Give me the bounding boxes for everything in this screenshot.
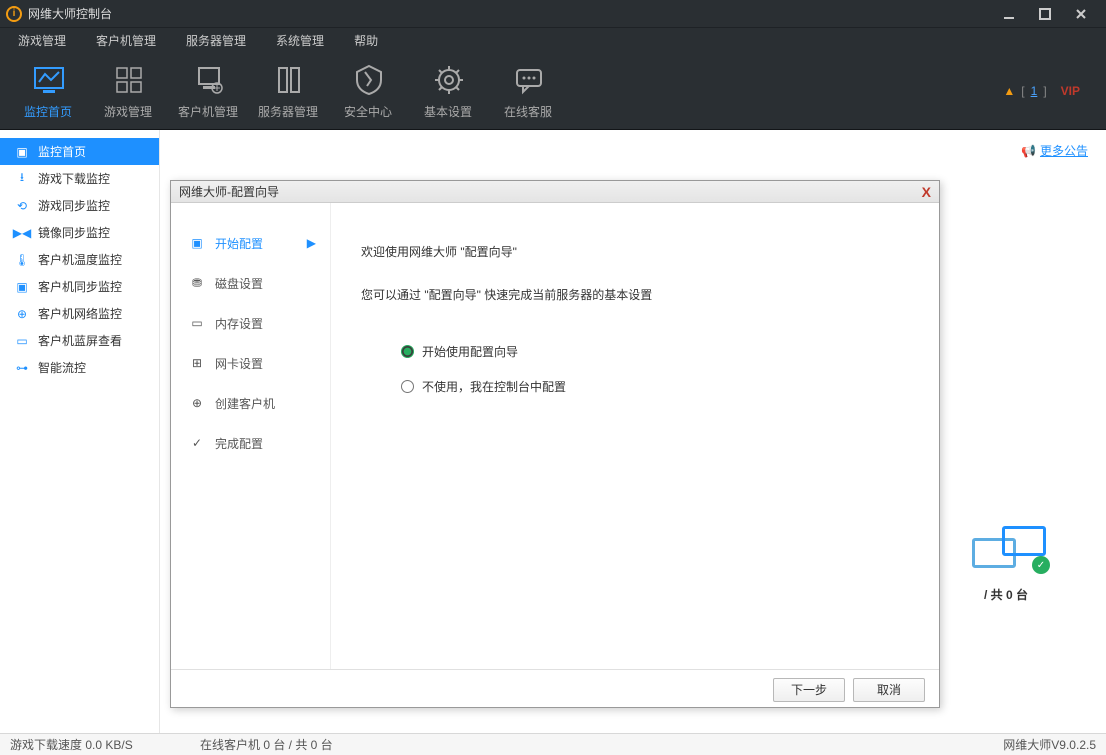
mirror-icon: ▶◀ (14, 225, 30, 241)
server-icon (269, 61, 307, 99)
shield-icon (349, 61, 387, 99)
sidebar: ▣监控首页 ⭳游戏下载监控 ⟲游戏同步监控 ▶◀镜像同步监控 🌡客户机温度监控 … (0, 130, 160, 733)
speaker-icon: 📢 (1021, 144, 1036, 158)
wizard-nav-nic[interactable]: ⊞网卡设置 (171, 343, 330, 383)
bluescreen-icon: ▭ (14, 333, 30, 349)
titlebar: i 网维大师控制台 (0, 0, 1106, 28)
finish-icon: ✓ (189, 435, 205, 451)
client-sync-icon: ▣ (14, 279, 30, 295)
menu-game[interactable]: 游戏管理 (8, 32, 86, 49)
menu-system[interactable]: 系统管理 (266, 32, 344, 49)
wizard-welcome-2: 您可以通过 "配置向导" 快速完成当前服务器的基本设置 (361, 286, 909, 303)
announcement-link[interactable]: 📢 更多公告 (1021, 142, 1088, 159)
memory-icon: ▭ (189, 315, 205, 331)
wizard-welcome-1: 欢迎使用网维大师 "配置向导" (361, 243, 909, 260)
wizard-nav-memory[interactable]: ▭内存设置 (171, 303, 330, 343)
status-download-speed: 游戏下载速度 0.0 KB/S (10, 736, 200, 753)
gear-icon (429, 61, 467, 99)
config-wizard-dialog: 网维大师-配置向导 X ▣开始配置▶ ⛃磁盘设置 ▭内存设置 ⊞网卡设置 ⊕创建… (170, 180, 940, 708)
sidebar-download-monitor[interactable]: ⭳游戏下载监控 (0, 165, 159, 192)
status-version: 网维大师V9.0.2.5 (1003, 736, 1096, 753)
dialog-close-button[interactable]: X (922, 184, 931, 200)
client-summary: ✓ / 共 0 台 (966, 526, 1046, 603)
wizard-nav-finish[interactable]: ✓完成配置 (171, 423, 330, 463)
sidebar-client-sync[interactable]: ▣客户机同步监控 (0, 273, 159, 300)
toolbar: 监控首页 游戏管理 客户机管理 服务器管理 安全中心 基本设置 在线客服 ▲ [… (0, 52, 1106, 130)
wizard-option-skip[interactable]: 不使用，我在控制台中配置 (401, 378, 909, 395)
warning-icon[interactable]: ▲ (1003, 84, 1015, 98)
wizard-content: 欢迎使用网维大师 "配置向导" 您可以通过 "配置向导" 快速完成当前服务器的基… (331, 203, 939, 669)
create-client-icon: ⊕ (189, 395, 205, 411)
sidebar-monitor-home[interactable]: ▣监控首页 (0, 138, 159, 165)
client-icon (189, 61, 227, 99)
sidebar-game-sync[interactable]: ⟲游戏同步监控 (0, 192, 159, 219)
toolbar-security[interactable]: 安全中心 (328, 58, 408, 124)
status-online-clients: 在线客户机 0 台 / 共 0 台 (200, 736, 1003, 753)
dialog-titlebar[interactable]: 网维大师-配置向导 X (171, 181, 939, 203)
toolbar-server[interactable]: 服务器管理 (248, 58, 328, 124)
window-title: 网维大师控制台 (28, 5, 998, 22)
menu-server[interactable]: 服务器管理 (176, 32, 266, 49)
statusbar: 游戏下载速度 0.0 KB/S 在线客户机 0 台 / 共 0 台 网维大师V9… (0, 733, 1106, 755)
wizard-nav-create-client[interactable]: ⊕创建客户机 (171, 383, 330, 423)
sidebar-temp-monitor[interactable]: 🌡客户机温度监控 (0, 246, 159, 273)
toolbar-game[interactable]: 游戏管理 (88, 58, 168, 124)
nic-icon: ⊞ (189, 355, 205, 371)
disk-icon: ⛃ (189, 275, 205, 291)
thermometer-icon: 🌡 (14, 252, 30, 268)
radio-use-wizard[interactable] (401, 345, 414, 358)
game-icon (109, 61, 147, 99)
dialog-title: 网维大师-配置向导 (179, 183, 922, 200)
traffic-icon: ⊶ (14, 360, 30, 376)
home-icon: ▣ (14, 144, 30, 160)
wizard-option-use[interactable]: 开始使用配置向导 (401, 343, 909, 360)
sync-icon: ⟲ (14, 198, 30, 214)
maximize-button[interactable] (1034, 3, 1056, 25)
monitor-icon (29, 61, 67, 99)
cancel-button[interactable]: 取消 (853, 678, 925, 702)
close-button[interactable] (1070, 3, 1092, 25)
app-logo-icon: i (6, 6, 22, 22)
sidebar-traffic[interactable]: ⊶智能流控 (0, 354, 159, 381)
toolbar-support[interactable]: 在线客服 (488, 58, 568, 124)
menu-client[interactable]: 客户机管理 (86, 32, 176, 49)
radio-skip-wizard[interactable] (401, 380, 414, 393)
minimize-button[interactable] (998, 3, 1020, 25)
clients-icon: ✓ (966, 526, 1046, 576)
chat-icon (509, 61, 547, 99)
client-count-text: / 共 0 台 (966, 586, 1046, 603)
status-count[interactable]: 1 (1031, 84, 1038, 98)
wizard-nav-start[interactable]: ▣开始配置▶ (171, 223, 330, 263)
next-button[interactable]: 下一步 (773, 678, 845, 702)
sidebar-network-monitor[interactable]: ⊕客户机网络监控 (0, 300, 159, 327)
sidebar-image-sync[interactable]: ▶◀镜像同步监控 (0, 219, 159, 246)
network-icon: ⊕ (14, 306, 30, 322)
sidebar-bluescreen[interactable]: ▭客户机蓝屏查看 (0, 327, 159, 354)
dialog-footer: 下一步 取消 (171, 669, 939, 709)
download-icon: ⭳ (14, 171, 30, 187)
wizard-nav-disk[interactable]: ⛃磁盘设置 (171, 263, 330, 303)
toolbar-settings[interactable]: 基本设置 (408, 58, 488, 124)
wizard-nav: ▣开始配置▶ ⛃磁盘设置 ▭内存设置 ⊞网卡设置 ⊕创建客户机 ✓完成配置 (171, 203, 331, 669)
chevron-right-icon: ▶ (307, 236, 316, 250)
menubar: 游戏管理 客户机管理 服务器管理 系统管理 帮助 (0, 28, 1106, 52)
vip-badge[interactable]: VIP (1053, 84, 1088, 98)
start-config-icon: ▣ (189, 235, 205, 251)
toolbar-monitor-home[interactable]: 监控首页 (8, 58, 88, 124)
toolbar-client[interactable]: 客户机管理 (168, 58, 248, 124)
menu-help[interactable]: 帮助 (344, 32, 398, 49)
toolbar-status: ▲ [ 1 ] VIP (1003, 84, 1098, 98)
